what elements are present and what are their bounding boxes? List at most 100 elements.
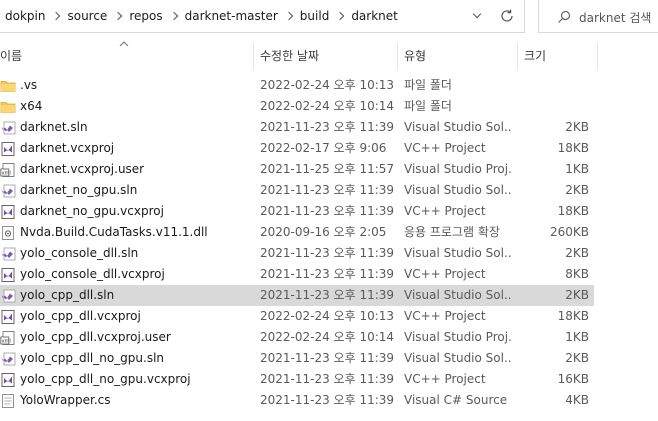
- column-header-name[interactable]: 이름: [0, 48, 250, 70]
- file-date-modified: 2022-02-24 오후 10:13: [260, 309, 395, 323]
- file-date-modified: 2021-11-23 오후 11:39: [260, 372, 395, 386]
- file-type: Visual Studio Sol...: [404, 246, 512, 260]
- column-header-type[interactable]: 유형: [404, 48, 514, 70]
- breadcrumb-item[interactable]: darknet-master: [185, 9, 278, 23]
- file-type: VC++ Project: [404, 372, 486, 386]
- chevron-right-icon[interactable]: [45, 11, 67, 21]
- sln-file-icon: [0, 246, 16, 262]
- breadcrumb-item[interactable]: darknet: [351, 9, 398, 23]
- file-row[interactable]: darknet_no_gpu.vcxproj 2021-11-23 오후 11:3…: [0, 201, 594, 222]
- file-type: Visual Studio Proj...: [404, 162, 512, 176]
- file-name: darknet.vcxproj: [20, 141, 115, 155]
- column-divider[interactable]: [397, 44, 398, 70]
- file-row[interactable]: darknet.vcxproj 2022-02-17 오후 9:06 VC++ Pr…: [0, 138, 594, 159]
- file-type: Visual Studio Sol...: [404, 351, 512, 365]
- search-box[interactable]: darknet 검색: [538, 0, 658, 33]
- sort-ascending-icon: [119, 41, 129, 47]
- file-type: VC++ Project: [404, 141, 486, 155]
- breadcrumb-item[interactable]: repos: [129, 9, 162, 23]
- file-row[interactable]: yolo_cpp_dll_no_gpu.sln 2021-11-23 오후 11:…: [0, 348, 594, 369]
- search-input[interactable]: darknet 검색: [579, 9, 651, 26]
- file-row[interactable]: .vs 2022-02-24 오후 10:13 파일 폴더: [0, 75, 594, 96]
- file-size: 18KB: [557, 141, 589, 155]
- file-row[interactable]: yolo_cpp_dll.sln 2021-11-23 오후 11:39 Visua…: [0, 285, 594, 306]
- vcxproj-file-icon: [0, 204, 16, 220]
- refresh-icon: [501, 9, 513, 22]
- file-date-modified: 2021-11-23 오후 11:39: [260, 183, 395, 197]
- breadcrumb-item[interactable]: dokpin: [5, 9, 45, 23]
- file-row[interactable]: yolo_cpp_dll_no_gpu.vcxproj 2021-11-23 오후…: [0, 369, 594, 390]
- file-type: VC++ Project: [404, 309, 486, 323]
- user-file-icon: xml: [0, 330, 16, 346]
- file-date-modified: 2022-02-24 오후 10:13: [260, 78, 395, 92]
- file-type: Visual Studio Sol...: [404, 183, 512, 197]
- address-history-dropdown[interactable]: [471, 9, 483, 21]
- sln-file-icon: [0, 288, 16, 304]
- breadcrumb-item[interactable]: source: [67, 9, 107, 23]
- file-name: yolo_cpp_dll.vcxproj: [20, 309, 141, 323]
- file-size: 260KB: [549, 225, 589, 239]
- chevron-right-icon[interactable]: [163, 11, 185, 21]
- file-name: yolo_cpp_dll_no_gpu.sln: [20, 351, 165, 365]
- file-type: 파일 폴더: [404, 78, 452, 92]
- file-date-modified: 2021-11-23 오후 11:39: [260, 246, 395, 260]
- folder-icon: [0, 78, 16, 94]
- column-divider[interactable]: [597, 44, 598, 70]
- file-type: Visual Studio Sol...: [404, 288, 512, 302]
- vcxproj-file-icon: [0, 372, 16, 388]
- column-divider[interactable]: [517, 44, 518, 70]
- column-divider[interactable]: [253, 44, 254, 70]
- file-date-modified: 2022-02-24 오후 10:14: [260, 99, 395, 113]
- file-row[interactable]: x64 2022-02-24 오후 10:14 파일 폴더: [0, 96, 594, 117]
- file-name: yolo_cpp_dll.sln: [20, 288, 115, 302]
- file-size: 2KB: [565, 351, 589, 365]
- file-name: darknet.sln: [20, 120, 88, 134]
- file-size: 2KB: [565, 183, 589, 197]
- file-row[interactable]: yolo_console_dll.sln 2021-11-23 오후 11:39 V…: [0, 243, 594, 264]
- column-header-size[interactable]: 크기: [524, 48, 584, 70]
- file-row[interactable]: yolo_console_dll.vcxproj 2021-11-23 오후 11…: [0, 264, 594, 285]
- chevron-right-icon[interactable]: [107, 11, 129, 21]
- file-type: Visual Studio Sol...: [404, 120, 512, 134]
- svg-text:xml: xml: [2, 339, 11, 345]
- vcxproj-file-icon: [0, 141, 16, 157]
- file-type: Visual C# Source ...: [404, 393, 512, 407]
- file-size: 1KB: [565, 330, 589, 344]
- file-name: darknet_no_gpu.sln: [20, 183, 138, 197]
- address-bar[interactable]: dokpin source repos darknet-master build dark…: [0, 0, 525, 33]
- file-type: 파일 폴더: [404, 99, 452, 113]
- file-row[interactable]: darknet.sln 2021-11-23 오후 11:39 Visual Stu…: [0, 117, 594, 138]
- file-name: darknet.vcxproj.user: [20, 162, 145, 176]
- file-size: 1KB: [565, 162, 589, 176]
- file-date-modified: 2021-11-23 오후 11:39: [260, 288, 395, 302]
- sln-file-icon: [0, 351, 16, 367]
- file-date-modified: 2022-02-24 오후 10:14: [260, 330, 395, 344]
- file-row[interactable]: xml yolo_cpp_dll.vcxproj.user 2022-02-24 오…: [0, 327, 594, 348]
- chevron-right-icon[interactable]: [278, 11, 300, 21]
- vcxproj-file-icon: [0, 309, 16, 325]
- file-row[interactable]: yolo_cpp_dll.vcxproj 2022-02-24 오후 10:13 V…: [0, 306, 594, 327]
- file-size: 16KB: [557, 372, 589, 386]
- column-header-date[interactable]: 수정한 날짜: [260, 48, 390, 70]
- file-name: Nvda.Build.CudaTasks.v11.1.dll: [20, 225, 208, 239]
- search-icon: [558, 10, 571, 23]
- vcxproj-file-icon: [0, 267, 16, 283]
- sln-file-icon: [0, 183, 16, 199]
- file-size: 18KB: [557, 309, 589, 323]
- user-file-icon: xml: [0, 162, 16, 178]
- file-type: VC++ Project: [404, 267, 486, 281]
- sln-file-icon: [0, 120, 16, 136]
- file-row[interactable]: xml darknet.vcxproj.user 2021-11-25 오후 11:…: [0, 159, 594, 180]
- file-row[interactable]: Nvda.Build.CudaTasks.v11.1.dll 2020-09-16…: [0, 222, 594, 243]
- refresh-button[interactable]: [498, 7, 516, 25]
- file-size: 2KB: [565, 246, 589, 260]
- file-row[interactable]: darknet_no_gpu.sln 2021-11-23 오후 11:39 Vis…: [0, 180, 594, 201]
- breadcrumb-item[interactable]: build: [300, 9, 330, 23]
- chevron-right-icon[interactable]: [329, 11, 351, 21]
- file-type: Visual Studio Proj...: [404, 330, 512, 344]
- file-name: x64: [20, 99, 43, 113]
- file-row[interactable]: YoloWrapper.cs 2021-11-23 오후 11:39 Visual …: [0, 390, 594, 411]
- file-type: 응용 프로그램 확장: [404, 225, 500, 239]
- cs-file-icon: [0, 393, 16, 409]
- svg-text:xml: xml: [2, 171, 11, 177]
